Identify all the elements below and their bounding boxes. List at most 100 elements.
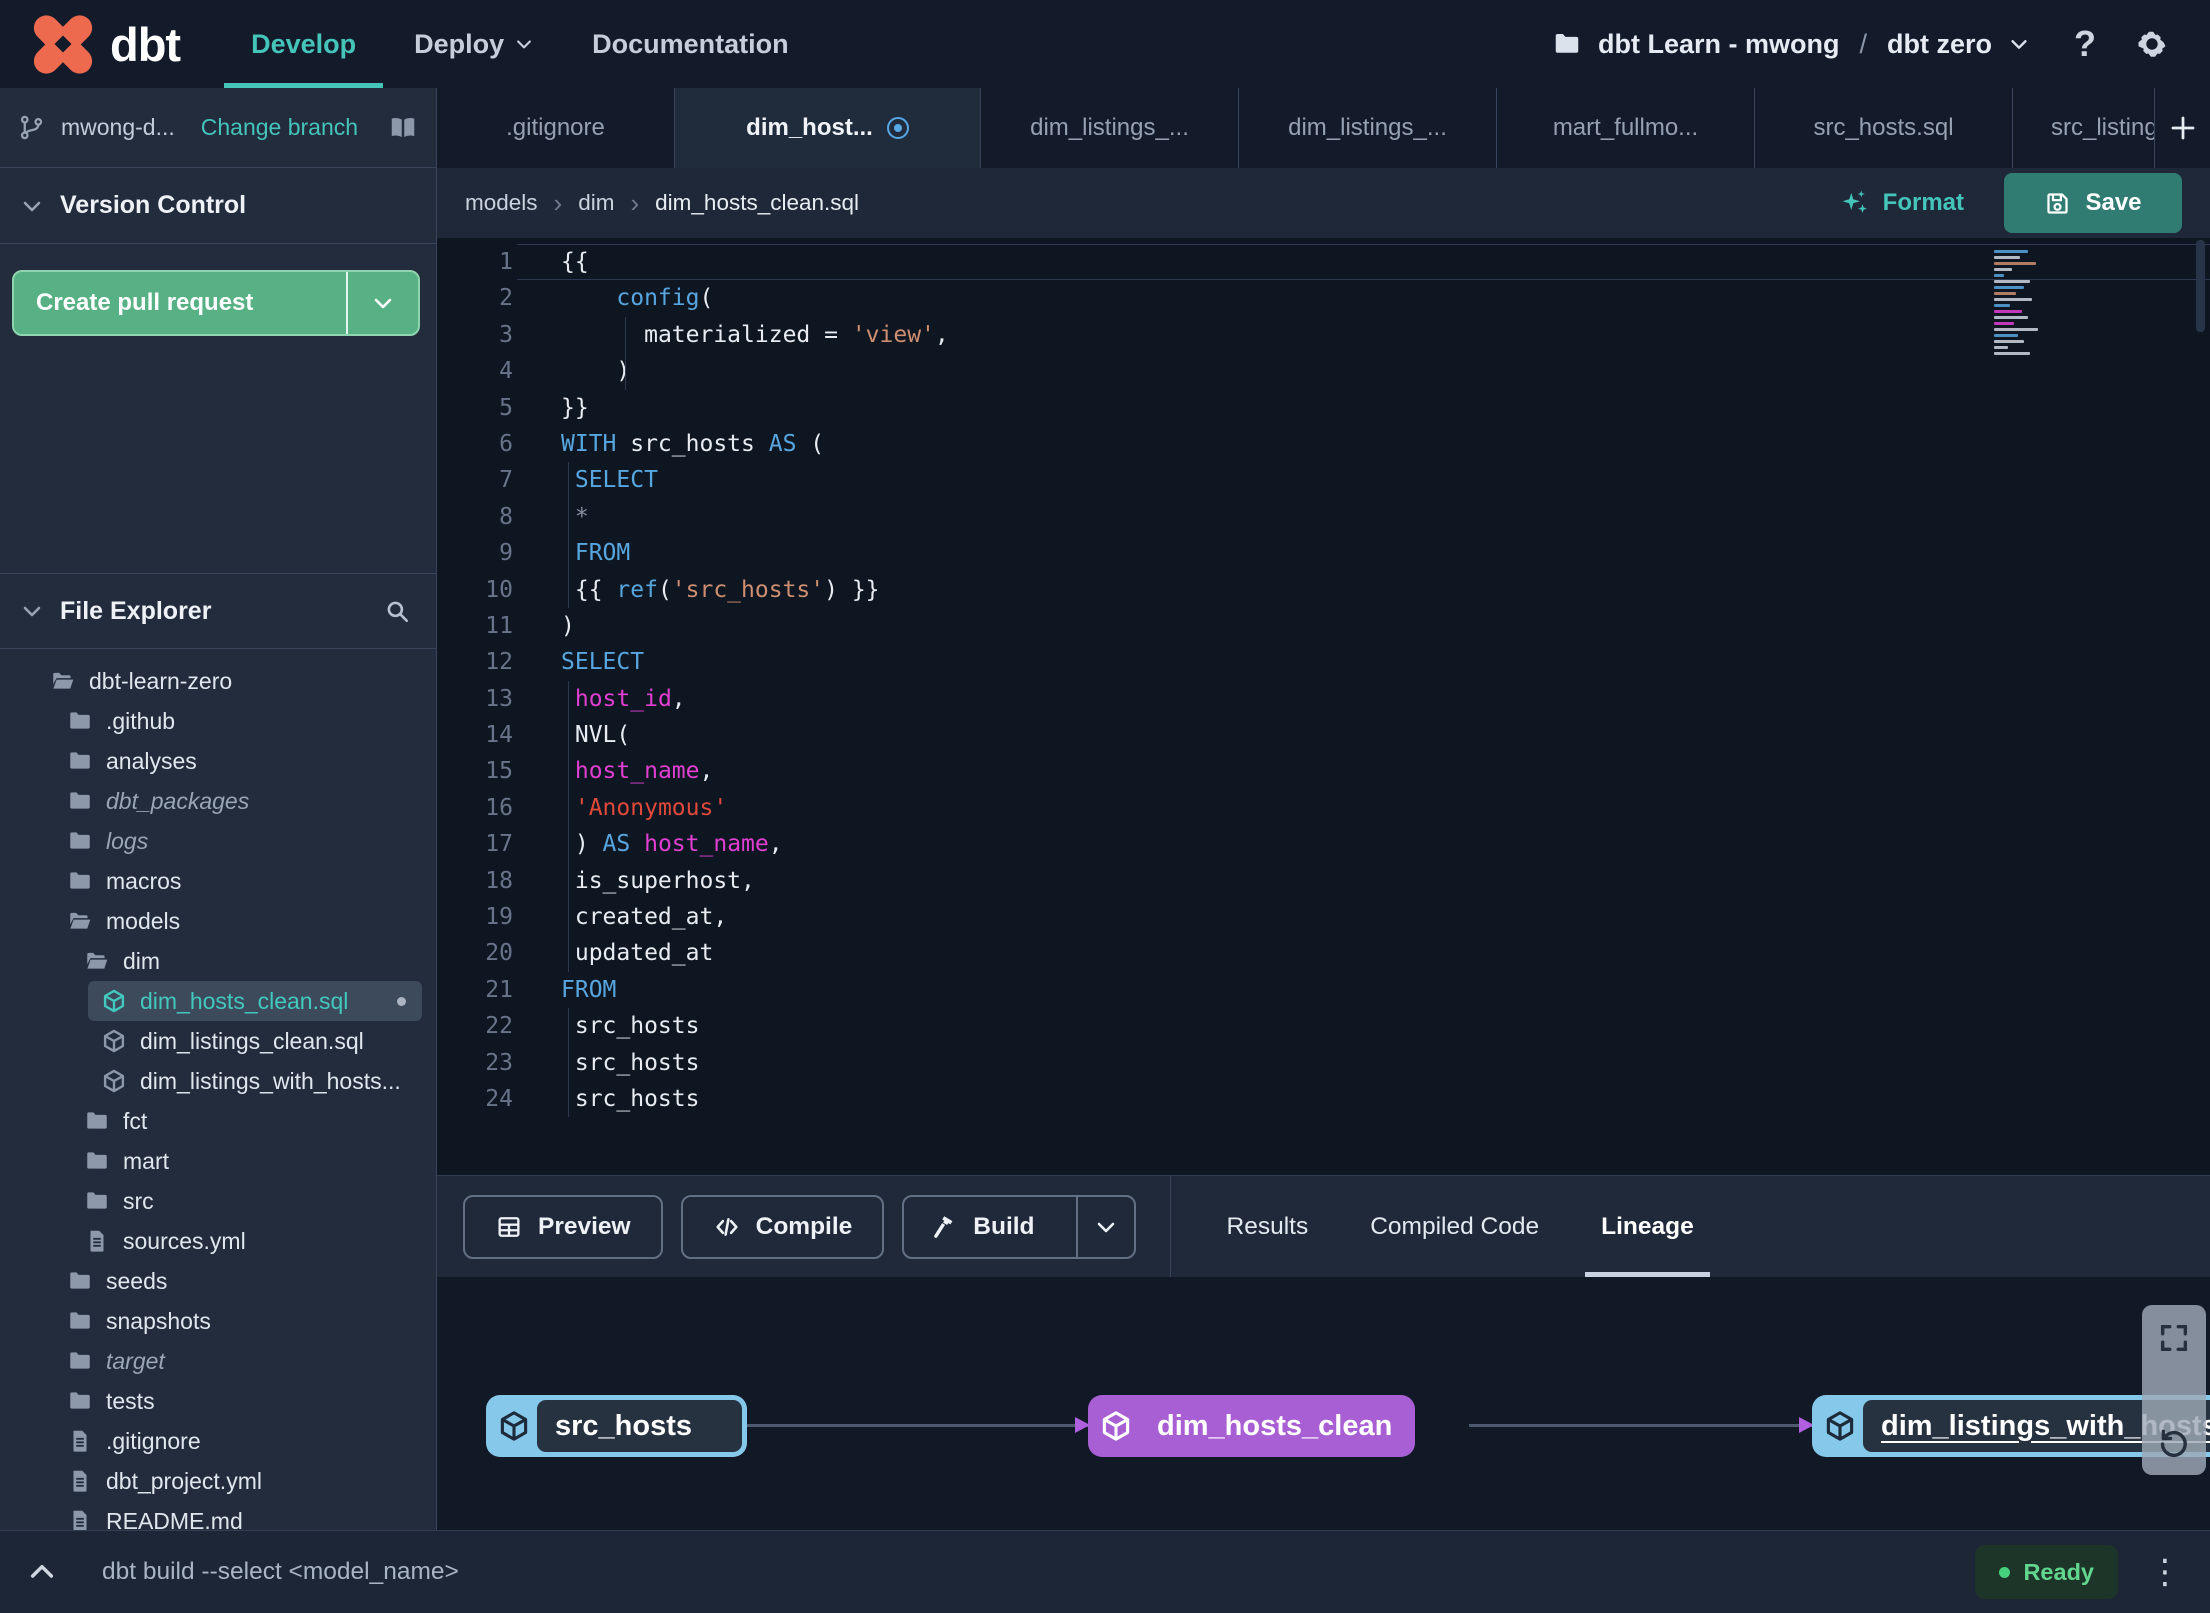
kebab-menu-icon[interactable]: ⋮	[2142, 1555, 2188, 1589]
fullscreen-icon[interactable]	[2157, 1321, 2191, 1355]
tree-item-src[interactable]: src	[0, 1181, 436, 1221]
logo-text: dbt	[110, 17, 181, 71]
project-name[interactable]: dbt Learn - mwong	[1598, 29, 1839, 60]
chevron-down-icon	[20, 194, 44, 218]
create-pull-request-label: Create pull request	[36, 289, 254, 316]
tab-.gitignore[interactable]: .gitignore	[437, 88, 675, 168]
line-number: 16	[485, 794, 513, 821]
line-number: 11	[485, 612, 513, 639]
tree-item-sources.yml[interactable]: sources.yml	[0, 1221, 436, 1261]
tree-item-seeds[interactable]: seeds	[0, 1261, 436, 1301]
tree-item-label: .gitignore	[106, 1427, 201, 1454]
tree-item-snapshots[interactable]: snapshots	[0, 1301, 436, 1341]
tree-item-dim_listings_clean.sql[interactable]: dim_listings_clean.sql	[0, 1021, 436, 1061]
tree-item-logs[interactable]: logs	[0, 821, 436, 861]
tab-dim_host...[interactable]: dim_host...	[675, 88, 981, 168]
tree-item-target[interactable]: target	[0, 1341, 436, 1381]
breadcrumb-item: models	[465, 190, 538, 215]
line-number: 5	[499, 394, 513, 421]
change-branch-link[interactable]: Change branch	[201, 114, 358, 141]
line-number: 22	[485, 1013, 513, 1040]
dbt-logo-icon[interactable]	[28, 9, 98, 79]
status-bar: dbt build --select <model_name> Ready ⋮	[0, 1530, 2210, 1613]
nav-item-develop[interactable]: Develop	[224, 0, 384, 88]
lineage-node-src_hosts[interactable]: src_hosts	[486, 1395, 747, 1457]
tree-item-.gitignore[interactable]: .gitignore	[0, 1421, 436, 1461]
code-editor[interactable]: 1 2 3 4 5 6 7 8 9 10 11 12 13 14 15 16 17 18 19 20 21 22 23 24 …	[437, 238, 2210, 1175]
tree-item-label: .github	[106, 707, 176, 734]
build-button[interactable]: Build	[902, 1194, 1136, 1259]
tree-item-dbt_packages[interactable]: dbt_packages	[0, 781, 436, 821]
tree-item-label: dbt_project.yml	[106, 1467, 262, 1494]
file-tree: dbt-learn-zero .github analyses dbt_package…	[0, 649, 436, 1530]
pr-dropdown-caret[interactable]	[346, 272, 418, 334]
nav-item-deploy[interactable]: Deploy	[414, 0, 534, 88]
preview-button[interactable]: Preview	[463, 1194, 663, 1259]
editor-surface[interactable]: {{ config( materialized = 'view', )}} WIT…	[513, 238, 2210, 1175]
gear-icon[interactable]	[2134, 26, 2170, 62]
minimap[interactable]	[1994, 250, 2050, 358]
lineage-toolbar	[2142, 1305, 2206, 1475]
build-dropdown-caret[interactable]	[1075, 1196, 1134, 1257]
panel-tab-compiled-code[interactable]: Compiled Code	[1370, 1176, 1539, 1277]
code-line: FROM	[561, 535, 2210, 572]
tree-item-label: dim_hosts_clean.sql	[140, 987, 349, 1014]
tree-item-dbt_project.yml[interactable]: dbt_project.yml	[0, 1461, 436, 1501]
panel-tab-lineage[interactable]: Lineage	[1585, 1176, 1710, 1277]
indent-guide	[624, 353, 626, 390]
file-icon	[67, 1468, 93, 1494]
tree-item-tests[interactable]: tests	[0, 1381, 436, 1421]
nav-item-documentation[interactable]: Documentation	[592, 0, 789, 88]
line-number: 15	[485, 758, 513, 785]
refresh-icon[interactable]	[2157, 1425, 2191, 1459]
tree-item-mart[interactable]: mart	[0, 1141, 436, 1181]
panel-tab-results[interactable]: Results	[1227, 1176, 1309, 1277]
tab-dim_listings_...[interactable]: dim_listings_...	[1239, 88, 1497, 168]
tab-src_hosts.sql[interactable]: src_hosts.sql	[1755, 88, 2013, 168]
tree-item-README.md[interactable]: README.md	[0, 1501, 436, 1530]
scrollbar-thumb[interactable]	[2196, 240, 2205, 332]
compile-button[interactable]: Compile	[680, 1194, 885, 1259]
tree-item-dim[interactable]: dim	[0, 941, 436, 981]
line-number: 19	[485, 904, 513, 931]
file-explorer-header[interactable]: File Explorer	[0, 573, 436, 649]
tree-item-label: analyses	[106, 747, 197, 774]
chevron-up-icon[interactable]	[26, 1556, 58, 1588]
chevron-down-icon	[1094, 1215, 1118, 1239]
version-control-header[interactable]: Version Control	[0, 168, 436, 244]
tree-item-label: tests	[106, 1387, 155, 1414]
lineage-node-dim_hosts_clean[interactable]: dim_hosts_clean	[1088, 1395, 1416, 1457]
docs-book-icon[interactable]	[388, 113, 418, 143]
chevron-down-icon	[371, 291, 395, 315]
tab-dim_listings_...[interactable]: dim_listings_...	[981, 88, 1239, 168]
tree-item-dim_hosts_clean.sql[interactable]: dim_hosts_clean.sql	[88, 981, 422, 1021]
environment-name[interactable]: dbt zero	[1887, 29, 1992, 60]
tree-item-dim_listings_with_hosts...[interactable]: dim_listings_with_hosts...	[0, 1061, 436, 1101]
tab-mart_fullmo...[interactable]: mart_fullmo...	[1497, 88, 1755, 168]
create-pull-request-button[interactable]: Create pull request	[12, 270, 420, 336]
tree-item-analyses[interactable]: analyses	[0, 741, 436, 781]
tree-item-macros[interactable]: macros	[0, 861, 436, 901]
tree-item-.github[interactable]: .github	[0, 701, 436, 741]
ready-status-label: Ready	[2023, 1558, 2094, 1585]
code-line: {{	[517, 244, 2210, 281]
tree-item-dbt-learn-zero[interactable]: dbt-learn-zero	[0, 661, 436, 701]
project-folder-icon	[1552, 29, 1582, 59]
cli-command[interactable]: dbt build --select <model_name>	[102, 1558, 459, 1586]
nav-item-label: Deploy	[414, 28, 505, 59]
tree-item-models[interactable]: models	[0, 901, 436, 941]
search-icon[interactable]	[384, 598, 410, 624]
save-button[interactable]: Save	[2004, 173, 2182, 233]
lineage-canvas[interactable]: src_hosts dim_hosts_clean dim_listings_wit…	[437, 1277, 2210, 1530]
code-line: 'Anonymous'	[561, 789, 2210, 827]
folder-icon	[67, 788, 93, 814]
new-tab-button[interactable]	[2154, 88, 2210, 168]
help-button[interactable]: ?	[2074, 23, 2096, 65]
nav-menu: Develop Deploy Documentation	[224, 0, 789, 88]
panel-divider	[1169, 1176, 1171, 1277]
format-button[interactable]: Format	[1840, 188, 1964, 218]
line-number: 20	[485, 940, 513, 967]
tree-item-fct[interactable]: fct	[0, 1101, 436, 1141]
tab-label: src_hosts.sql	[1813, 114, 1954, 141]
chevron-down-icon[interactable]	[2008, 33, 2030, 55]
